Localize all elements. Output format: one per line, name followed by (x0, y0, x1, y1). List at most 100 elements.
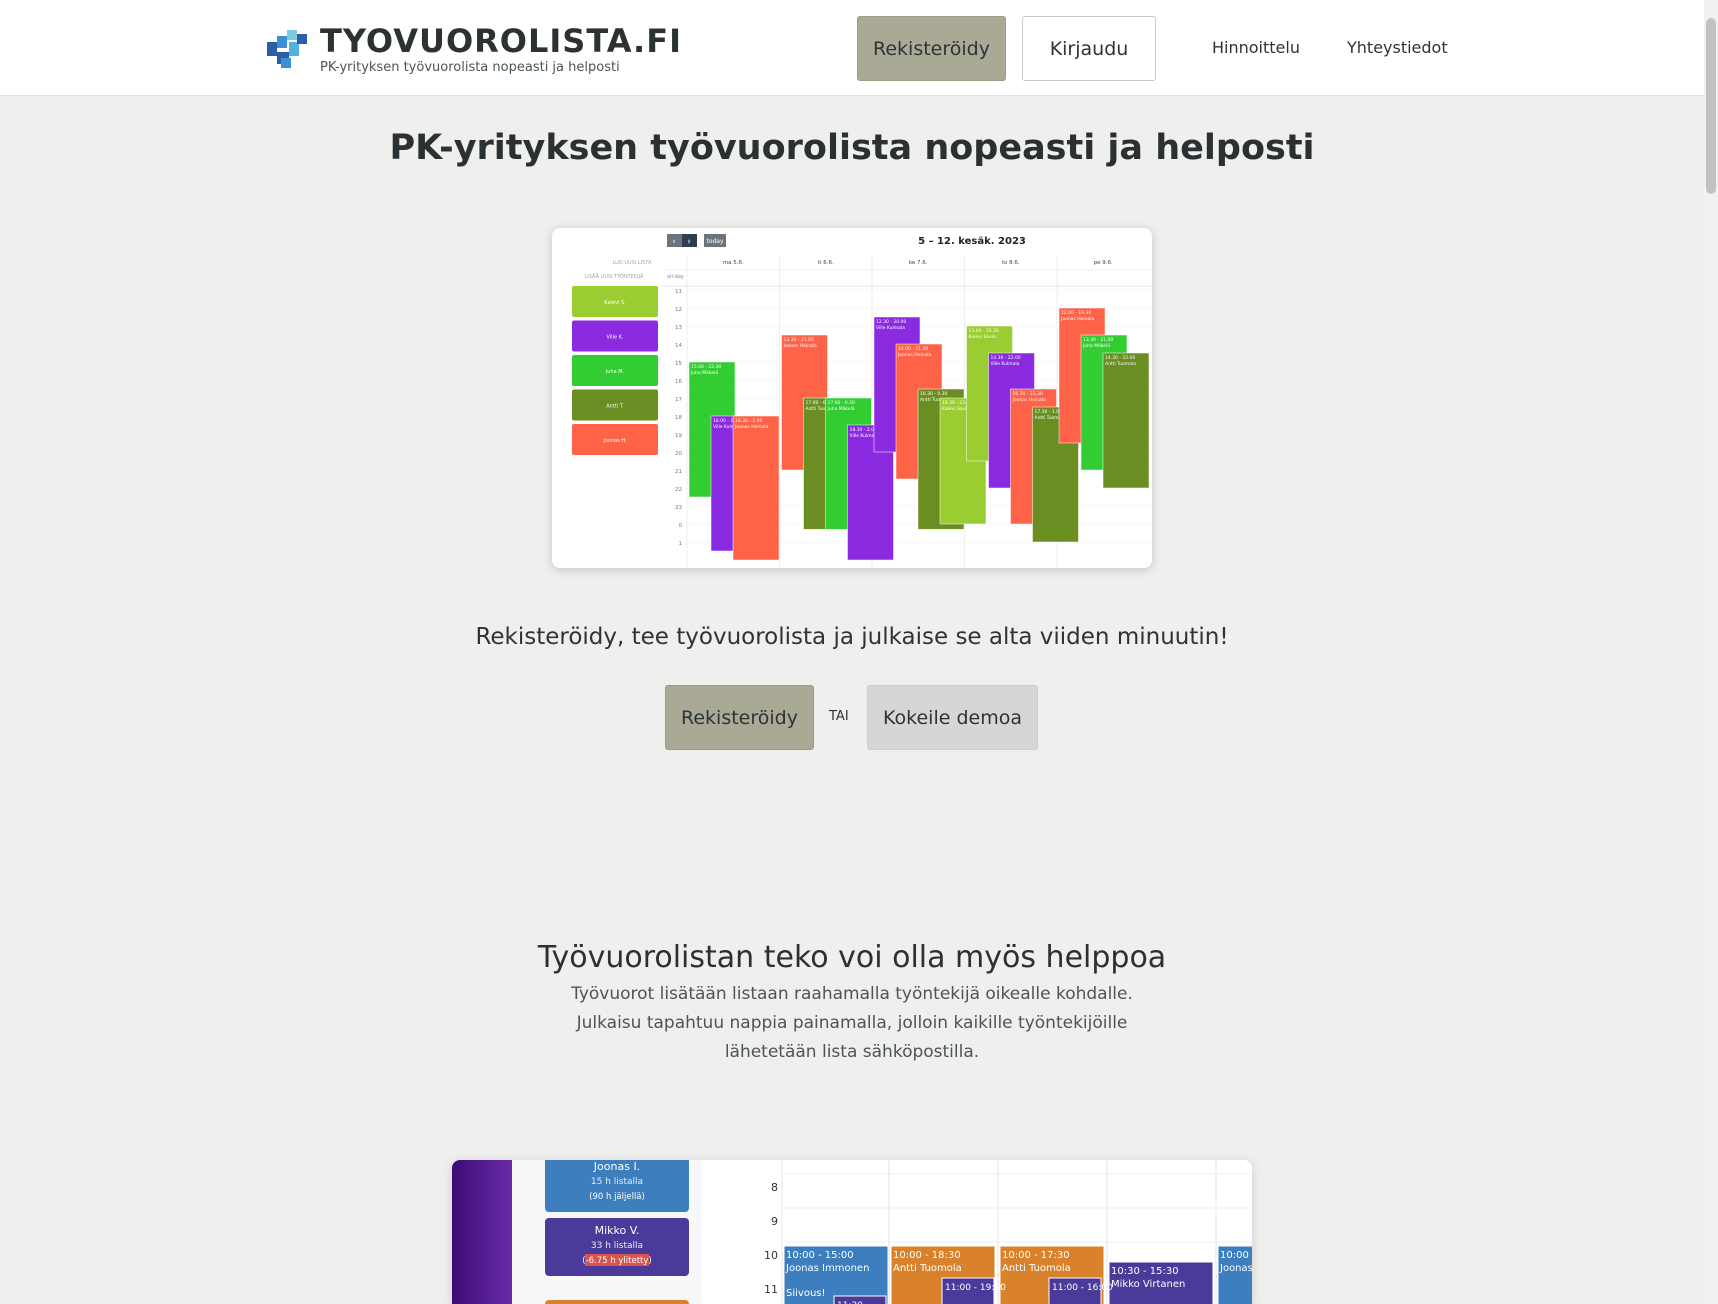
employee-note: (90 h jäljellä) (589, 1192, 645, 1202)
shift-time: 10:00 - (1220, 1250, 1252, 1261)
shift-time: 17.00 - 0.30 (828, 400, 856, 406)
logo-icon[interactable] (267, 28, 309, 70)
hour-label: 9 (771, 1215, 778, 1228)
shift-employee: Ville Kulmala (876, 325, 905, 331)
section-title: Työvuorolistan teko voi olla myös helppo… (537, 940, 1167, 975)
shift-employee: Antti Tuomola (1002, 1263, 1071, 1274)
hour-label: 11 (764, 1283, 778, 1296)
brand-title[interactable]: TYOVUOROLISTA.FI (320, 22, 682, 60)
hour-label: 14 (675, 343, 682, 349)
hour-label: 17 (675, 397, 682, 403)
shift-time: 11:00 - 16:00 (1052, 1283, 1113, 1293)
shift-note: Siivous! (786, 1288, 826, 1299)
shift-employee: Ville Kulmala (991, 361, 1020, 367)
shift-block (732, 415, 780, 561)
hour-label: 22 (675, 487, 682, 493)
calendar-screenshot-2: Joonas I. 15 h listalla (90 h jäljellä) Mik… (452, 1160, 1252, 1304)
day-header: pe 9.6. (1094, 260, 1113, 266)
hour-label: 16 (675, 379, 682, 385)
shift-employee: Juha Mäkelä (1082, 343, 1110, 349)
hour-label: 11 (675, 289, 682, 295)
register-button[interactable]: Rekisteröidy (665, 685, 814, 750)
shift-employee: Mikko Virtanen (1111, 1279, 1185, 1290)
nav-contact-link[interactable]: Yhteystiedot (1347, 38, 1448, 57)
brand-subtitle: PK-yrityksen työvuorolista nopeasti ja h… (320, 60, 620, 75)
prev-arrow-icon: ‹ (672, 237, 676, 247)
shift-employee: Juha Mäkelä (690, 370, 718, 376)
hour-label: 13 (675, 325, 682, 331)
shift-time: 16.30 - 0.30 (920, 391, 948, 397)
employee-hours: 33 h listalla (591, 1241, 643, 1251)
employee-note: (-6.75 h ylitetty) (582, 1256, 651, 1266)
create-list-link: LUO UUSI LISTA (613, 260, 652, 266)
shift-employee: Joonas Heinala (1060, 316, 1094, 322)
hour-label: 20 (675, 451, 682, 457)
scrollbar-thumb[interactable] (1706, 18, 1716, 194)
employee-card (545, 1300, 689, 1304)
hour-label: 18 (675, 415, 682, 421)
shift-time: 17.30 - 1.00 (1035, 409, 1063, 415)
shift-employee: Kalevi Savia (969, 334, 997, 340)
calendar-preview-svg: ‹ › today 5 – 12. kesäk. 2023 LUO UUSI LISTA… (572, 234, 1152, 568)
add-employee-link: LISÄÄ UUSI TYÖNTEKIJÄ (585, 273, 645, 280)
employee-name: Antti T. (606, 404, 624, 410)
shift-time: 12.00 - 19.30 (1061, 310, 1091, 316)
next-arrow-icon: › (687, 237, 691, 247)
shift-time: 14.30 - 22.00 (991, 355, 1021, 361)
calendar-screenshot: ‹ › today 5 – 12. kesäk. 2023 LUO UUSI LISTA… (552, 228, 1152, 568)
hour-label: 12 (675, 307, 682, 313)
shift-time: 11:00 - 19:00 (945, 1283, 1006, 1293)
shift-time: 12.30 - 20.00 (876, 319, 906, 325)
shift-time: 10:00 - 18:30 (893, 1250, 961, 1261)
employee-name: Joonas H. (602, 438, 627, 444)
shift-time: 10:30 - 15:30 (1111, 1266, 1179, 1277)
shift-time: 16.30 - 23.30 (1013, 391, 1043, 397)
employee-hours: 15 h listalla (591, 1177, 643, 1187)
shift-employee: Joonas Heinala (1012, 397, 1046, 403)
employee-name: Joonas I. (593, 1160, 640, 1173)
hero-title: PK-yrityksen työvuorolista nopeasti ja h… (389, 128, 1315, 168)
or-label: TAI (829, 709, 849, 724)
cta-text: Rekisteröidy, tee työvuorolista ja julka… (475, 624, 1229, 650)
hour-label: 21 (675, 469, 682, 475)
employee-name: Juha M. (605, 369, 625, 375)
day-header: ti 6.6. (818, 260, 834, 266)
hour-label: 19 (675, 433, 682, 439)
hour-label: 10 (764, 1249, 778, 1262)
shift-time: 14.30 - 22.00 (1105, 355, 1135, 361)
calendar-preview-2-svg: Joonas I. 15 h listalla (90 h jäljellä) Mik… (452, 1160, 1252, 1304)
shift-employee: Joonas Immo (1219, 1263, 1252, 1274)
shift-employee: Joonas Immonen (785, 1263, 869, 1274)
shift-employee: Joonas Heinala (897, 352, 931, 358)
shift-time: 13.00 - 20.30 (969, 328, 999, 334)
shift-time: 13.30 - 21.00 (1083, 337, 1113, 343)
shift-employee: Antti Tuomola (1105, 361, 1136, 367)
section-text: Työvuorot lisätään listaan raahamalla ty… (571, 984, 1133, 1062)
hour-label: 15 (675, 361, 682, 367)
register-button-header[interactable]: Rekisteröidy (857, 16, 1006, 81)
shift-time: 13.30 - 21.00 (784, 337, 814, 343)
employee-name: Ville K. (606, 335, 623, 341)
shift-time: 10:00 - 15:00 (786, 1250, 854, 1261)
hour-label: 0 (679, 523, 683, 529)
nav-pricing-link[interactable]: Hinnoittelu (1212, 38, 1300, 57)
allday-label: all-day (667, 274, 684, 280)
shift-employee: Joonas Heinala (783, 343, 817, 349)
shift-time: 14.00 - 21.30 (898, 346, 928, 352)
login-button[interactable]: Kirjaudu (1022, 16, 1156, 81)
hour-label: 23 (675, 505, 682, 511)
hour-label: 8 (771, 1181, 778, 1194)
try-demo-button[interactable]: Kokeile demoa (867, 685, 1038, 750)
shift-time: 18.30 - 2.00 (735, 418, 763, 424)
shift-employee: Joonas Heinala (734, 424, 768, 430)
site-header: TYOVUOROLISTA.FI PK-yrityksen työvuoroli… (0, 0, 1704, 96)
day-header: ma 5.6. (723, 260, 744, 266)
shift-block (1102, 352, 1150, 489)
hour-label: 1 (679, 541, 683, 547)
shift-employee: Kalevi Savia (942, 406, 970, 412)
shift-time: 15.00 - 22.30 (691, 364, 721, 370)
employee-name: Kalevi S. (604, 300, 626, 306)
page-scrollbar[interactable] (1704, 0, 1718, 1304)
shift-employee: Juha Mäkelä (827, 406, 855, 412)
employee-name: Mikko V. (595, 1224, 640, 1237)
